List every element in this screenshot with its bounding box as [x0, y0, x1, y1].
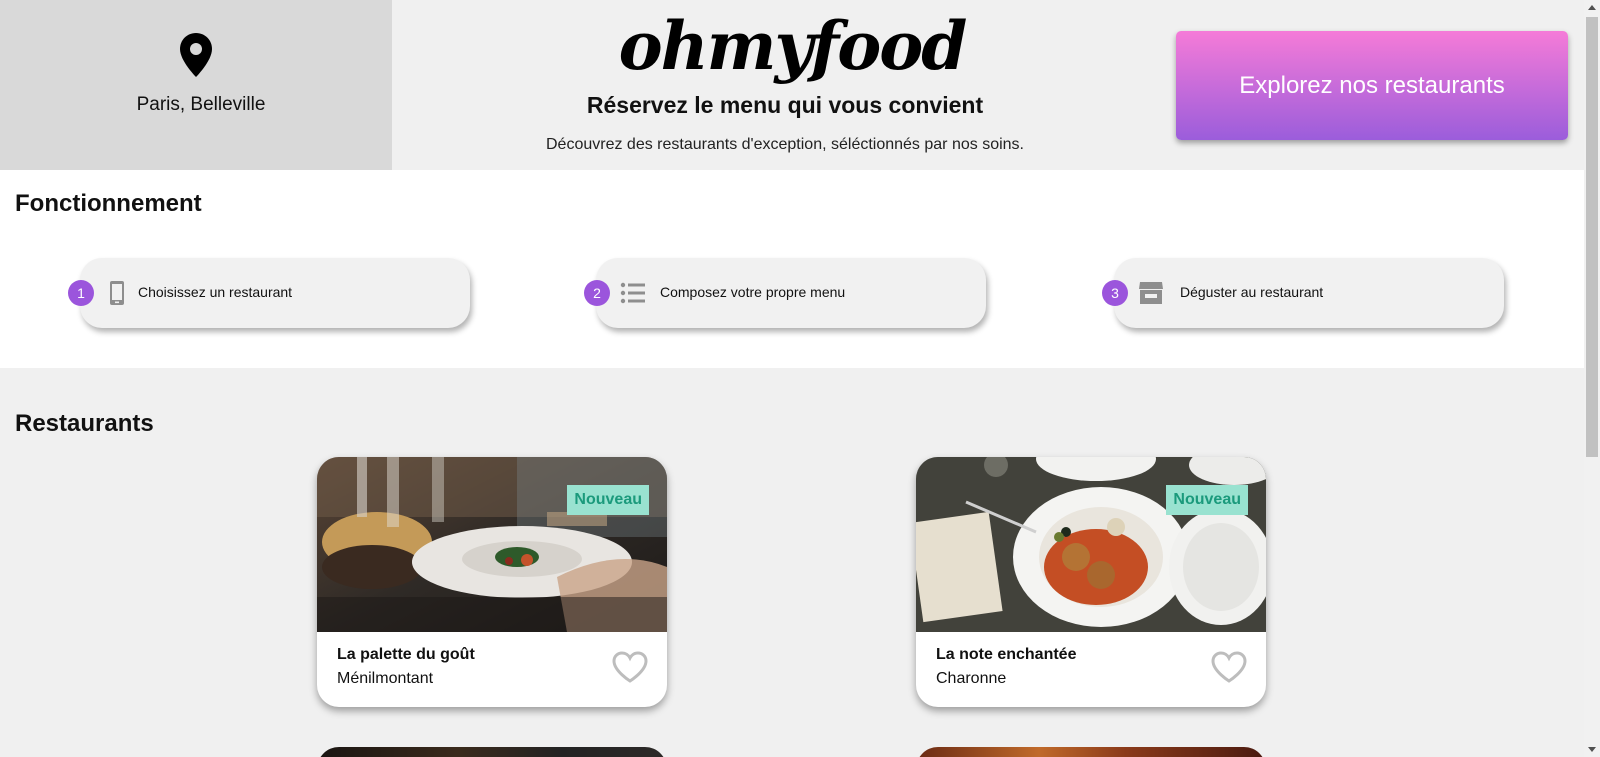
new-badge: Nouveau: [1166, 485, 1248, 515]
page-tagline: Réservez le menu qui vous convient: [586, 92, 984, 118]
scrollbar-thumb[interactable]: [1586, 17, 1598, 457]
restaurant-card-partial[interactable]: [317, 747, 667, 757]
restaurants-title: Restaurants: [15, 410, 154, 437]
how-it-works-title: Fonctionnement: [15, 190, 202, 217]
restaurant-area: Charonne: [936, 670, 1007, 687]
step-card-3: 3 Déguster au restaurant: [1102, 258, 1504, 328]
step-card-1: 1 Choisissez un restaurant: [68, 258, 470, 328]
list-icon: [620, 282, 645, 304]
page-scrollbar[interactable]: [1584, 0, 1600, 757]
mobile-phone-icon: [110, 281, 124, 305]
location-pin-icon: [180, 33, 212, 77]
page-subline: Découvrez des restaurants d'exception, s…: [546, 136, 1024, 153]
explore-restaurants-button[interactable]: Explorez nos restaurants: [1176, 31, 1568, 140]
step-number-badge: 2: [584, 280, 610, 306]
page: Paris, Belleville ohmyfood Réservez le m…: [0, 0, 1584, 757]
restaurant-area: Ménilmontant: [337, 670, 434, 687]
restaurant-card[interactable]: Nouveau La note enchantée Charonne: [916, 457, 1266, 707]
restaurant-photo: [916, 457, 1266, 632]
how-it-works-section: Fonctionnement 1 Choisissez un restauran…: [0, 170, 1584, 368]
restaurant-card[interactable]: Nouveau La palette du goût Ménilmontant: [317, 457, 667, 707]
scroll-up-arrow-icon[interactable]: [1584, 0, 1600, 16]
heart-icon[interactable]: [1210, 650, 1248, 684]
step-number-badge: 1: [68, 280, 94, 306]
restaurant-name: La palette du goût: [337, 646, 475, 663]
restaurant-name: La note enchantée: [936, 646, 1077, 663]
step-card-2: 2 Composez votre propre menu: [584, 258, 986, 328]
step-label: Composez votre propre menu: [660, 284, 846, 300]
logo[interactable]: ohmyfood: [617, 4, 968, 88]
heart-icon[interactable]: [611, 650, 649, 684]
step-label: Choisissez un restaurant: [138, 284, 293, 300]
restaurant-photo: [317, 457, 667, 632]
location-label: Paris, Belleville: [136, 94, 266, 115]
restaurant-card-partial[interactable]: [916, 747, 1266, 757]
store-icon: [1139, 282, 1163, 304]
scroll-down-arrow-icon[interactable]: [1584, 741, 1600, 757]
step-label: Déguster au restaurant: [1180, 284, 1324, 300]
location-panel: Paris, Belleville: [0, 0, 392, 170]
header: Paris, Belleville ohmyfood Réservez le m…: [0, 0, 1584, 170]
step-number-badge: 3: [1102, 280, 1128, 306]
restaurants-section: Restaurants Nouveau La palette du goût M…: [0, 368, 1584, 757]
new-badge: Nouveau: [567, 485, 649, 515]
